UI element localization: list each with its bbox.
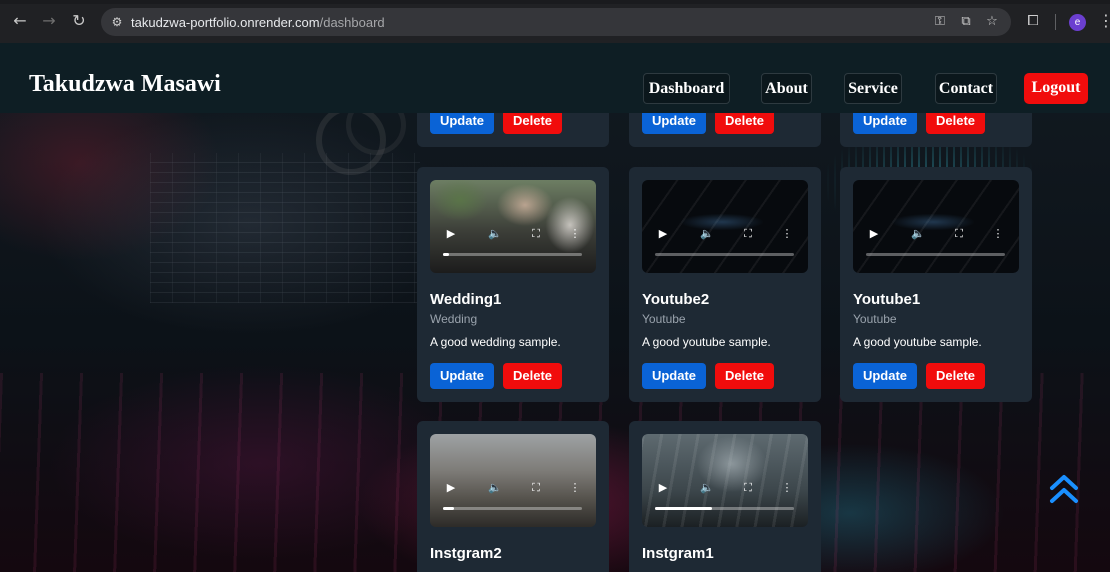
- card-description: A good youtube sample.: [853, 335, 982, 349]
- card-title: Instgram1: [642, 545, 714, 562]
- card-title: Youtube1: [853, 291, 921, 308]
- tab-strip: [0, 0, 1110, 4]
- video-progress-fill: [443, 507, 455, 510]
- card-category: Youtube: [853, 312, 897, 326]
- fullscreen-icon[interactable]: ⛶: [529, 481, 543, 495]
- video-progress-bar[interactable]: [443, 507, 582, 510]
- toolbar-divider: [1055, 14, 1056, 30]
- reload-icon[interactable]: ↻: [68, 10, 90, 32]
- more-options-icon[interactable]: ⋮: [780, 227, 794, 241]
- portfolio-card: ▶ 🔈 ⛶ ⋮ Youtube1 Youtube A good youtube …: [840, 167, 1032, 402]
- video-player[interactable]: ▶ 🔈 ⛶ ⋮: [430, 180, 596, 273]
- fullscreen-icon[interactable]: ⛶: [741, 481, 755, 495]
- video-player[interactable]: ▶ 🔈 ⛶ ⋮: [642, 180, 808, 273]
- update-button[interactable]: Update: [642, 363, 706, 389]
- background-editor-graphic: [150, 153, 420, 303]
- site-brand[interactable]: Takudzwa Masawi: [29, 71, 221, 98]
- nav-about[interactable]: About: [761, 73, 812, 104]
- video-progress-fill: [655, 507, 712, 510]
- video-progress-bar[interactable]: [655, 507, 794, 510]
- delete-button[interactable]: Delete: [503, 363, 562, 389]
- volume-icon[interactable]: 🔈: [700, 227, 714, 241]
- logout-button[interactable]: Logout: [1024, 73, 1088, 104]
- fullscreen-icon[interactable]: ⛶: [529, 227, 543, 241]
- play-icon[interactable]: ▶: [444, 227, 458, 241]
- page-viewport: Update Delete Update Delete Update Delet…: [0, 43, 1110, 572]
- volume-icon[interactable]: 🔈: [911, 227, 925, 241]
- nav-service[interactable]: Service: [844, 73, 902, 104]
- fullscreen-icon[interactable]: ⛶: [952, 227, 966, 241]
- profile-avatar[interactable]: e: [1069, 14, 1086, 31]
- back-arrow-icon[interactable]: ←: [9, 10, 31, 32]
- address-bar[interactable]: ⚙ takudzwa-portfolio.onrender.com/dashbo…: [101, 8, 1011, 36]
- card-description: A good wedding sample.: [430, 335, 561, 349]
- card-title: Instgram2: [430, 545, 502, 562]
- update-button[interactable]: Update: [853, 363, 917, 389]
- site-header: Takudzwa Masawi Dashboard About Service …: [0, 43, 1110, 113]
- browser-chrome: ← → ↻ ⚙ takudzwa-portfolio.onrender.com/…: [0, 0, 1110, 43]
- play-icon[interactable]: ▶: [656, 481, 670, 495]
- install-app-icon[interactable]: ⧉: [958, 14, 974, 30]
- forward-arrow-icon[interactable]: →: [38, 10, 60, 32]
- more-options-icon[interactable]: ⋮: [991, 227, 1005, 241]
- star-icon[interactable]: ☆: [984, 14, 1000, 30]
- video-progress-bar[interactable]: [443, 253, 582, 256]
- volume-icon[interactable]: 🔈: [488, 227, 502, 241]
- portfolio-card: ▶ 🔈 ⛶ ⋮ Instgram2: [417, 421, 609, 572]
- delete-button[interactable]: Delete: [926, 363, 985, 389]
- video-player[interactable]: ▶ 🔈 ⛶ ⋮: [430, 434, 596, 527]
- update-button[interactable]: Update: [430, 363, 494, 389]
- video-player[interactable]: ▶ 🔈 ⛶ ⋮: [853, 180, 1019, 273]
- fullscreen-icon[interactable]: ⛶: [741, 227, 755, 241]
- video-progress-bar[interactable]: [655, 253, 794, 256]
- url-path: /dashboard: [319, 15, 385, 30]
- play-icon[interactable]: ▶: [656, 227, 670, 241]
- volume-icon[interactable]: 🔈: [700, 481, 714, 495]
- more-options-icon[interactable]: ⋮: [780, 481, 794, 495]
- video-progress-bar[interactable]: [866, 253, 1005, 256]
- portfolio-card: ▶ 🔈 ⛶ ⋮ Instgram1: [629, 421, 821, 572]
- scroll-to-top-icon[interactable]: [1049, 473, 1079, 505]
- double-chevron-up-icon: [1050, 475, 1078, 503]
- video-player[interactable]: ▶ 🔈 ⛶ ⋮: [642, 434, 808, 527]
- play-icon[interactable]: ▶: [867, 227, 881, 241]
- more-options-icon[interactable]: ⋮: [568, 481, 582, 495]
- more-options-icon[interactable]: ⋮: [568, 227, 582, 241]
- video-progress-fill: [443, 253, 449, 256]
- puzzle-icon[interactable]: ⧠: [1024, 12, 1042, 30]
- portfolio-card: ▶ 🔈 ⛶ ⋮ Wedding1 Wedding A good wedding …: [417, 167, 609, 402]
- url-text[interactable]: takudzwa-portfolio.onrender.com/dashboar…: [131, 15, 385, 30]
- delete-button[interactable]: Delete: [715, 363, 774, 389]
- card-title: Wedding1: [430, 291, 502, 308]
- nav-dashboard[interactable]: Dashboard: [643, 73, 730, 104]
- card-category: Wedding: [430, 312, 478, 326]
- nav-contact[interactable]: Contact: [935, 73, 997, 104]
- url-host: takudzwa-portfolio.onrender.com: [131, 15, 320, 30]
- card-description: A good youtube sample.: [642, 335, 771, 349]
- portfolio-card: ▶ 🔈 ⛶ ⋮ Youtube2 Youtube A good youtube …: [629, 167, 821, 402]
- play-icon[interactable]: ▶: [444, 481, 458, 495]
- key-icon[interactable]: ⚿: [932, 14, 948, 30]
- card-title: Youtube2: [642, 291, 710, 308]
- more-vertical-icon[interactable]: ⋮: [1098, 11, 1110, 31]
- site-info-icon[interactable]: ⚙: [109, 14, 125, 30]
- card-category: Youtube: [642, 312, 686, 326]
- volume-icon[interactable]: 🔈: [488, 481, 502, 495]
